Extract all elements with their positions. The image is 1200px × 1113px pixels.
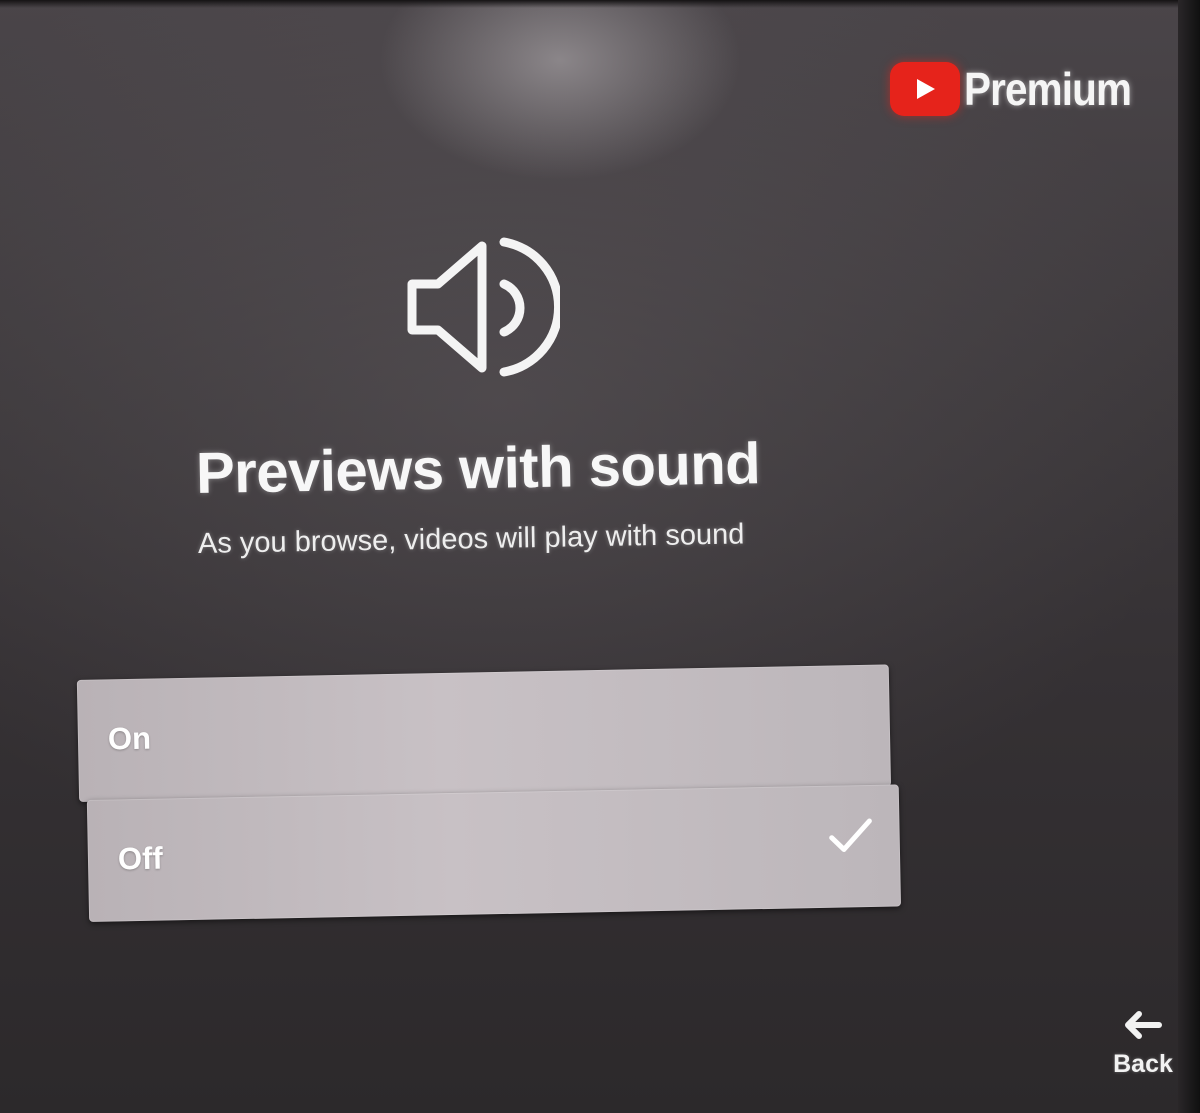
back-label: Back [1113,1050,1173,1078]
page-subtitle: As you browse, videos will play with sou… [197,518,745,560]
youtube-play-icon [890,62,960,116]
speaker-volume-icon [407,237,560,377]
checkmark-icon [829,818,872,852]
option-on-label: On [107,720,152,757]
page-title: Previews with sound [195,431,761,506]
option-off-label: Off [117,840,164,877]
youtube-premium-brand: Premium [890,62,1154,116]
screen-bezel-right [1178,0,1200,1113]
tv-screen: Premium Previews with sound As you brows… [0,0,1200,1113]
brand-name: Premium [964,63,1132,115]
screen-bezel-top [0,0,1200,8]
option-off[interactable]: Off [86,784,902,922]
back-button[interactable]: Back [1110,1010,1176,1079]
arrow-left-icon [1125,1011,1162,1039]
option-on[interactable]: On [76,664,892,802]
